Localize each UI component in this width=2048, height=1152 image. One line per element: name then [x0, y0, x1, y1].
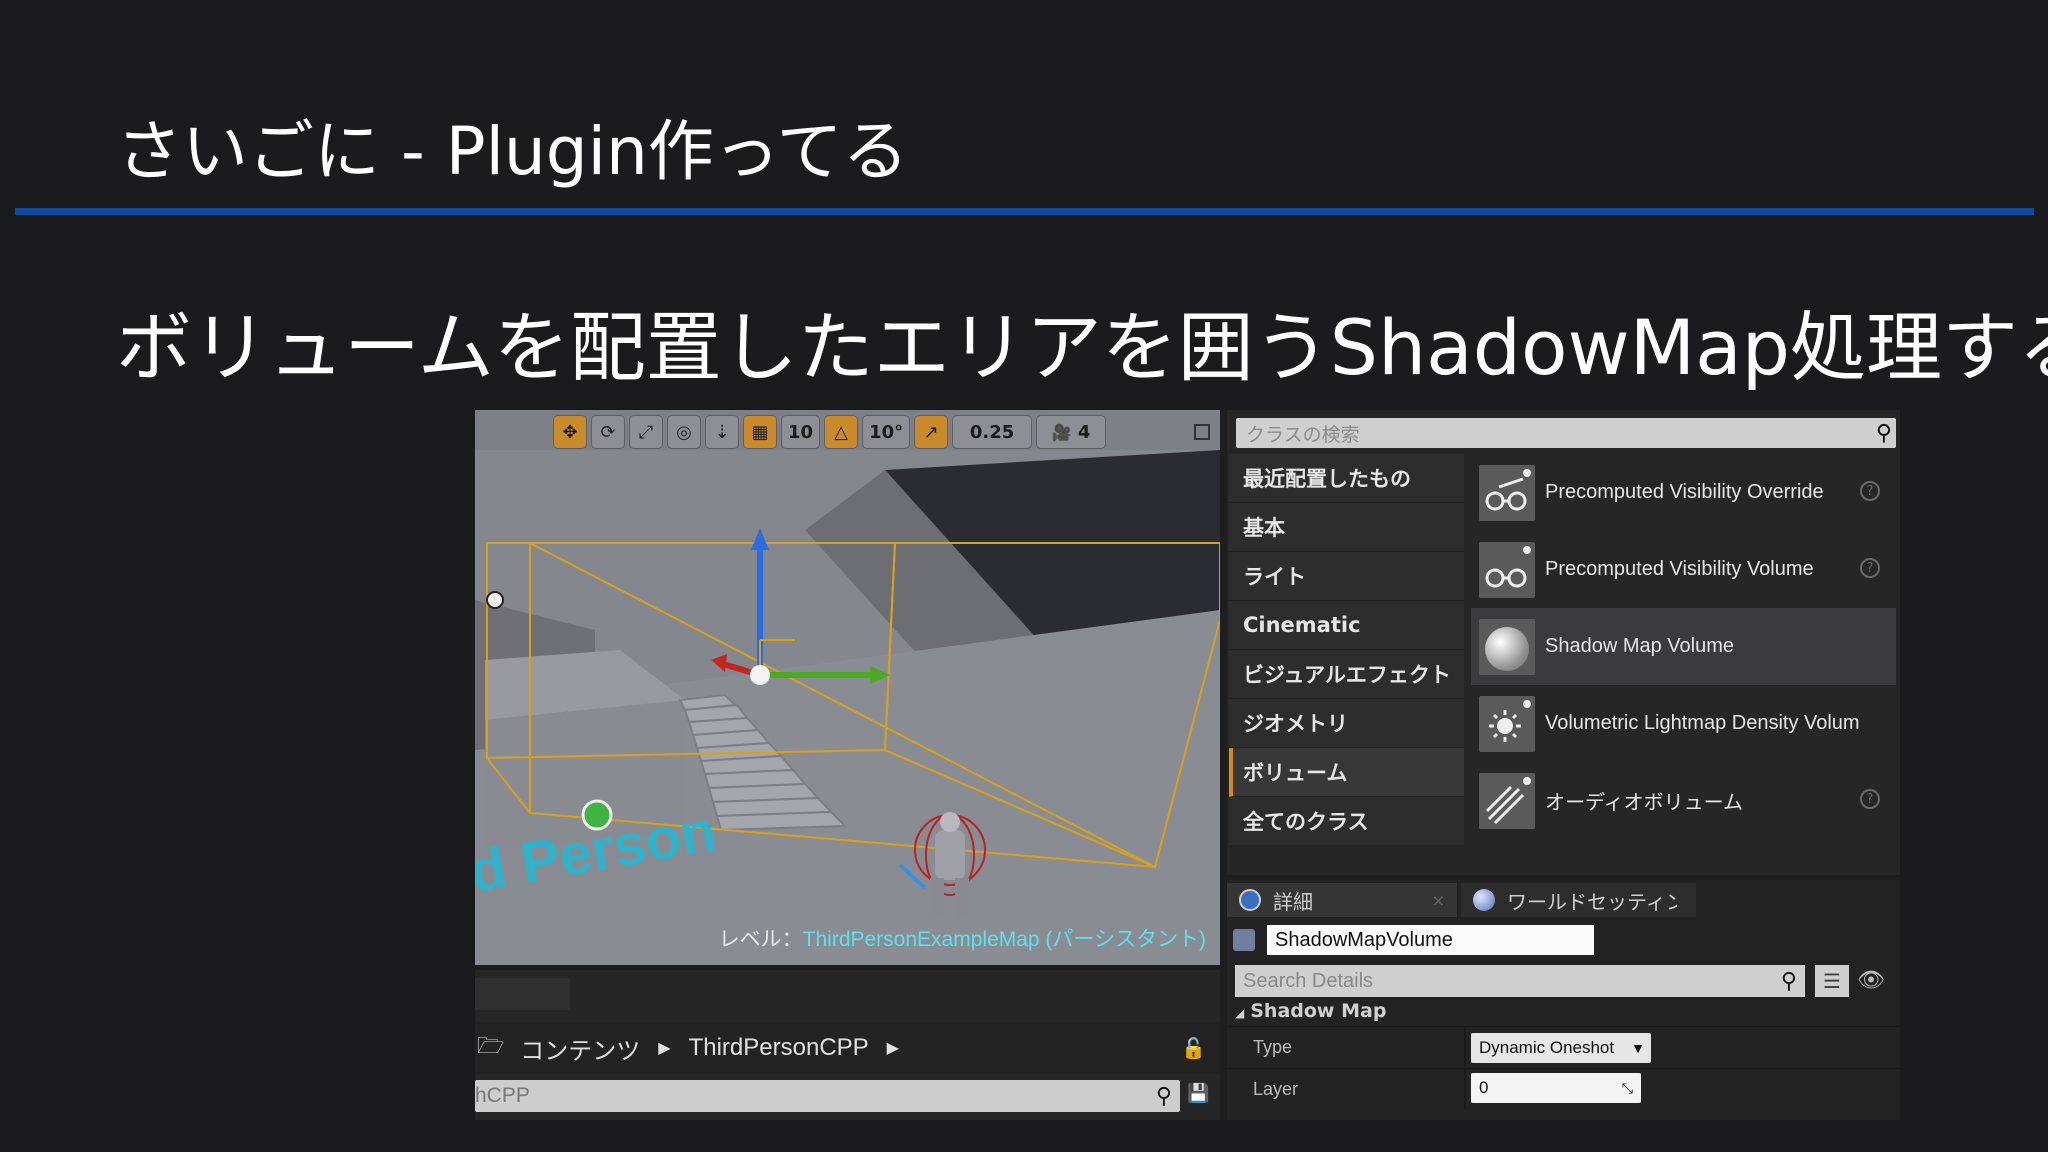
content-browser: 🗁 コンテンツ ▶ ThirdPersonCPP ▶ 🔓 hCPP ⚲ 💾 [475, 970, 1220, 1120]
details-panel: 詳細 × ワールドセッティング ShadowMapVolume Search D… [1227, 880, 1900, 1120]
category-visual-effects[interactable]: ビジュアルエフェクト [1229, 650, 1464, 699]
move-icon[interactable]: ✥ [553, 415, 587, 449]
actor-label: Volumetric Lightmap Density Volum [1545, 712, 1860, 734]
sphere-icon [1479, 618, 1535, 675]
scale-snap-value[interactable]: 0.25 [952, 415, 1033, 449]
level-viewport[interactable]: d Person ✥ ⟳ ⤢ ◎ ⇣ ▦ 10 △ 10° ↗ 0.25 🎥 4 … [475, 410, 1220, 965]
actor-list: Precomputed Visibility Override ? Precom… [1471, 454, 1896, 839]
title-rule [15, 208, 2034, 215]
save-icon[interactable]: 💾 [1187, 1083, 1209, 1104]
scale-snap-icon[interactable]: ↗ [914, 415, 949, 449]
class-search-input[interactable]: クラスの検索 ⚲ [1236, 418, 1896, 448]
actor-icon [1233, 929, 1255, 951]
category-volumes[interactable]: ボリューム [1229, 748, 1464, 797]
level-prefix: レベル： [718, 928, 803, 951]
section-header[interactable]: ◢ Shadow Map [1235, 1000, 1386, 1022]
actor-label: オーディオボリューム [1545, 792, 1743, 814]
actor-label: Precomputed Visibility Volume [1545, 558, 1814, 580]
help-icon[interactable]: ? [1860, 789, 1880, 809]
view-options-icon[interactable]: ☰ [1815, 965, 1849, 997]
globe-icon [1473, 889, 1495, 911]
level-label: レベル：ThirdPersonExampleMap (パーシスタント) [719, 923, 1206, 953]
property-row: Type Dynamic Oneshot ▼ [1227, 1026, 1900, 1067]
chevron-right-icon: ▶ [886, 1040, 899, 1057]
actor-name-row: ShadowMapVolume [1227, 925, 1900, 959]
category-geometry[interactable]: ジオメトリ [1229, 699, 1464, 748]
slide-subtitle: ボリュームを配置したエリアを囲うShadowMap処理する [116, 303, 2048, 392]
lock-icon[interactable]: 🔓 [1181, 1036, 1206, 1061]
camera-speed-button[interactable]: 🎥 4 [1036, 415, 1107, 449]
details-search-input[interactable]: Search Details ⚲ [1235, 965, 1805, 997]
column-divider [1464, 1027, 1466, 1067]
surface-snap-icon[interactable]: ⇣ [705, 415, 739, 449]
category-list: 最近配置したもの 基本 ライト Cinematic ビジュアルエフェクト ジオメ… [1229, 454, 1464, 846]
category-cinematic[interactable]: Cinematic [1229, 601, 1464, 650]
breadcrumb-item-content[interactable]: コンテンツ [520, 1031, 640, 1066]
list-item[interactable]: Precomputed Visibility Volume ? [1471, 531, 1896, 608]
grid-snap-icon[interactable]: ▦ [743, 415, 777, 449]
breadcrumb: 🗁 コンテンツ ▶ ThirdPersonCPP ▶ 🔓 [475, 1022, 1220, 1074]
audio-volume-icon [1479, 772, 1535, 829]
help-icon[interactable]: ? [1860, 558, 1880, 578]
tab-world-settings[interactable]: ワールドセッティング [1461, 883, 1696, 917]
editor-screenshot: d Person ✥ ⟳ ⤢ ◎ ⇣ ▦ 10 △ 10° ↗ 0.25 🎥 4 … [475, 410, 1900, 1120]
layer-input[interactable]: 0 ⤡ [1471, 1073, 1641, 1103]
grid-snap-value[interactable]: 10 [781, 415, 821, 449]
place-actors-panel: クラスの検索 ⚲ 最近配置したもの 基本 ライト Cinematic ビジュアル… [1227, 410, 1900, 875]
world-space-icon[interactable]: ◎ [667, 415, 701, 449]
rotation-snap-value[interactable]: 10° [862, 415, 911, 449]
list-item[interactable]: Shadow Map Volume [1471, 608, 1896, 685]
content-browser-tab[interactable] [475, 978, 570, 1010]
content-search-input[interactable]: hCPP ⚲ [475, 1080, 1180, 1112]
tab-details[interactable]: 詳細 × [1227, 883, 1457, 917]
chevron-down-icon: ▼ [1631, 1040, 1645, 1056]
actor-name-field[interactable]: ShadowMapVolume [1267, 925, 1594, 955]
close-icon[interactable]: × [1432, 891, 1445, 910]
category-basic[interactable]: 基本 [1229, 503, 1464, 552]
category-all-classes[interactable]: 全てのクラス [1229, 797, 1464, 846]
breadcrumb-item-thirdpersoncpp[interactable]: ThirdPersonCPP [689, 1034, 869, 1062]
column-divider [1464, 1069, 1466, 1109]
chevron-right-icon: ▶ [658, 1040, 671, 1057]
search-icon[interactable]: ⚲ [1876, 421, 1892, 446]
search-icon[interactable]: ⚲ [1156, 1083, 1172, 1109]
list-item[interactable]: オーディオボリューム ? [1471, 762, 1896, 839]
visibility-volume-icon [1479, 541, 1535, 598]
list-item[interactable]: Volumetric Lightmap Density Volum [1471, 685, 1896, 762]
info-icon [1239, 889, 1261, 911]
details-tabs: 詳細 × ワールドセッティング [1227, 883, 1700, 917]
folder-icon: 🗁 [477, 1033, 505, 1058]
help-icon[interactable]: ? [1860, 481, 1880, 501]
rotate-icon[interactable]: ⟳ [591, 415, 625, 449]
viewport-toolbar: ✥ ⟳ ⤢ ◎ ⇣ ▦ 10 △ 10° ↗ 0.25 🎥 4 [553, 414, 1107, 450]
eye-icon[interactable]: 👁 [1857, 968, 1885, 993]
visibility-override-icon [1479, 464, 1535, 521]
actor-label: Shadow Map Volume [1545, 635, 1735, 657]
actor-label: Precomputed Visibility Override [1545, 481, 1824, 503]
type-dropdown[interactable]: Dynamic Oneshot ▼ [1471, 1033, 1651, 1063]
maximize-viewport-icon[interactable] [1194, 424, 1210, 440]
level-name: ThirdPersonExampleMap (パーシスタント) [802, 928, 1206, 951]
property-name: Type [1253, 1037, 1293, 1057]
slide-title: さいごに - Plugin作ってる [116, 113, 909, 190]
scale-icon[interactable]: ⤢ [629, 415, 663, 449]
resize-icon: ⤡ [1621, 1079, 1633, 1096]
search-icon[interactable]: ⚲ [1781, 968, 1797, 994]
property-row: Layer 0 ⤡ [1227, 1068, 1900, 1109]
property-name: Layer [1253, 1079, 1299, 1099]
category-lights[interactable]: ライト [1229, 552, 1464, 601]
collapse-arrow-icon: ◢ [1235, 1006, 1245, 1020]
lightmap-density-icon [1479, 695, 1535, 752]
list-item[interactable]: Precomputed Visibility Override ? [1471, 454, 1896, 531]
rotation-snap-icon[interactable]: △ [824, 415, 859, 449]
category-recent[interactable]: 最近配置したもの [1229, 454, 1464, 503]
